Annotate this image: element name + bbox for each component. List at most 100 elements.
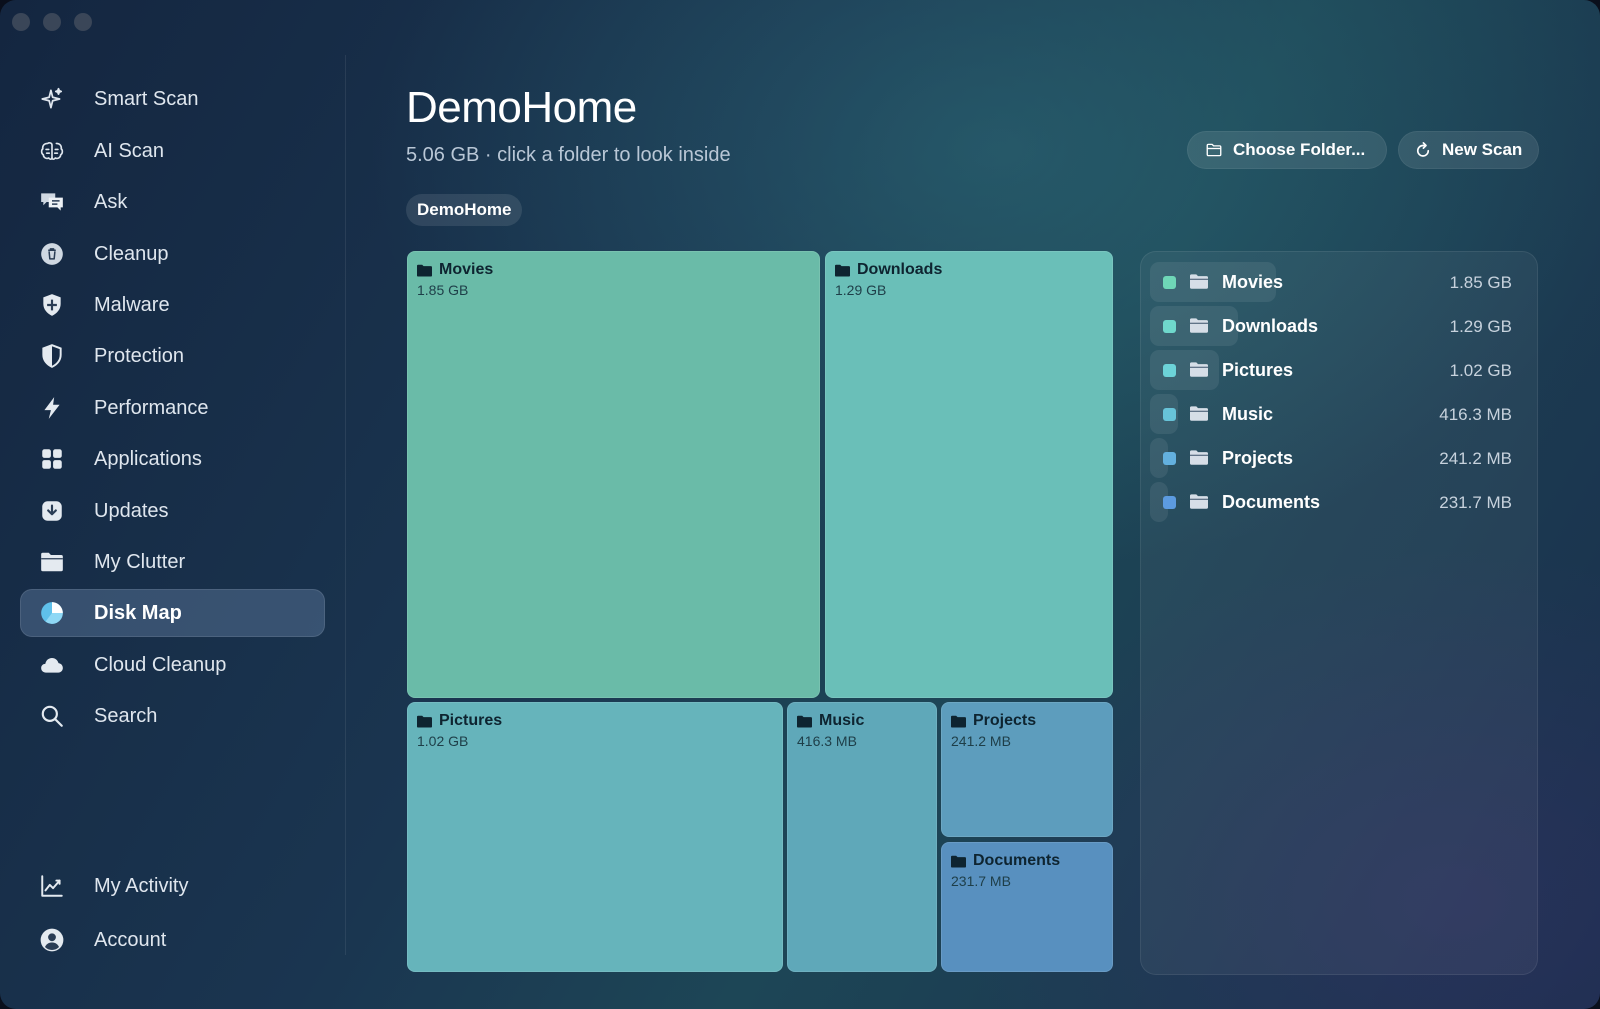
sidebar-item-ask[interactable]: Ask: [20, 178, 325, 226]
treemap-tile-pictures[interactable]: Pictures 1.02 GB: [407, 702, 783, 972]
tile-size: 416.3 MB: [797, 733, 857, 749]
color-swatch: [1163, 452, 1176, 465]
sidebar-item-search[interactable]: Search: [20, 692, 325, 740]
person-icon: [38, 926, 66, 954]
folder-name: Projects: [1222, 448, 1294, 468]
sidebar-item-my-clutter[interactable]: My Clutter: [20, 538, 325, 586]
color-swatch: [1163, 320, 1176, 333]
new-scan-label: New Scan: [1442, 140, 1523, 159]
tile-size: 1.85 GB: [417, 282, 469, 298]
color-swatch: [1163, 496, 1176, 509]
sidebar-item-cleanup[interactable]: Cleanup: [20, 230, 325, 278]
folder-row-pictures[interactable]: Pictures 1.02 GB: [1150, 350, 1526, 390]
sparkles-icon: [38, 85, 66, 113]
folder-row-downloads[interactable]: Downloads 1.29 GB: [1150, 306, 1526, 346]
sidebar-item-disk-map[interactable]: Disk Map: [20, 589, 325, 637]
color-swatch: [1163, 408, 1176, 421]
sidebar-item-cloud-cleanup[interactable]: Cloud Cleanup: [20, 641, 325, 689]
sidebar-item-label: AI Scan: [94, 140, 165, 162]
folder-icon: [1190, 450, 1208, 465]
treemap-tile-documents[interactable]: Documents 231.7 MB: [941, 842, 1113, 972]
folder-size: 1.02 GB: [1449, 361, 1512, 380]
tile-name: Pictures: [439, 712, 503, 729]
folder-name: Movies: [1222, 272, 1284, 292]
tile-name: Documents: [973, 852, 1061, 869]
sidebar-item-ai-scan[interactable]: AI Scan: [20, 127, 325, 175]
sidebar-item-label: My Activity: [94, 875, 189, 897]
sidebar-item-label: Updates: [94, 500, 169, 522]
sidebar-item-smart-scan[interactable]: Smart Scan: [20, 75, 325, 123]
sidebar-item-updates[interactable]: Updates: [20, 487, 325, 535]
folder-name: Music: [1222, 404, 1274, 424]
tile-title: Projects: [951, 712, 1036, 730]
line-chart-icon: [38, 872, 66, 900]
folder-icon: [38, 548, 66, 576]
folder-row-music[interactable]: Music 416.3 MB: [1150, 394, 1526, 434]
breadcrumb[interactable]: DemoHome: [406, 194, 523, 226]
sidebar-item-label: Applications: [94, 448, 202, 470]
download-icon: [38, 497, 66, 525]
page-subtitle: 5.06 GB · click a folder to look inside: [406, 144, 731, 166]
folder-row-projects[interactable]: Projects 241.2 MB: [1150, 438, 1526, 478]
folder-icon: [1190, 362, 1208, 377]
sidebar-item-label: Account: [94, 929, 167, 951]
sidebar-item-label: Protection: [94, 345, 185, 367]
sidebar-item-malware[interactable]: Malware: [20, 281, 325, 329]
app-window: Smart Scan AI Scan Ask Cleanup Malware P…: [0, 0, 1600, 1009]
bolt-icon: [38, 394, 66, 422]
folder-icon: [1190, 318, 1208, 333]
pie-chart-icon: [38, 599, 66, 627]
folder-icon: [1190, 494, 1208, 509]
folder-size: 1.29 GB: [1449, 317, 1512, 336]
sidebar-item-label: Search: [94, 705, 158, 727]
treemap-tile-movies[interactable]: Movies 1.85 GB: [407, 251, 820, 698]
tile-title: Movies: [417, 261, 493, 279]
treemap-tile-music[interactable]: Music 416.3 MB: [787, 702, 937, 972]
tile-size: 1.29 GB: [835, 282, 887, 298]
color-swatch: [1163, 364, 1176, 377]
sidebar-item-label: Disk Map: [94, 602, 182, 624]
folder-icon: [1190, 406, 1208, 421]
folder-list-panel: Movies 1.85 GB Downloads 1.29 GB Picture…: [1140, 251, 1538, 975]
tile-size: 241.2 MB: [951, 733, 1011, 749]
treemap-tile-downloads[interactable]: Downloads 1.29 GB: [825, 251, 1113, 698]
folder-size: 416.3 MB: [1439, 405, 1512, 424]
sidebar-item-account[interactable]: Account: [20, 916, 325, 964]
folder-size: 1.85 GB: [1449, 273, 1512, 292]
tile-title: Documents: [951, 852, 1060, 870]
shield-icon: [38, 291, 66, 319]
sidebar: Smart Scan AI Scan Ask Cleanup Malware P…: [0, 0, 346, 1009]
choose-folder-label: Choose Folder...: [1233, 140, 1366, 159]
folder-icon: [1190, 274, 1208, 289]
sidebar-item-label: Cloud Cleanup: [94, 654, 227, 676]
tile-title: Downloads: [835, 261, 942, 279]
tile-size: 1.02 GB: [417, 733, 469, 749]
sidebar-item-applications[interactable]: Applications: [20, 435, 325, 483]
sidebar-item-performance[interactable]: Performance: [20, 384, 325, 432]
magnifier-icon: [38, 702, 66, 730]
brain-icon: [38, 137, 66, 165]
tile-title: Pictures: [417, 712, 502, 730]
folder-outline-icon: [1206, 143, 1222, 157]
sidebar-item-label: Cleanup: [94, 243, 169, 265]
folder-icon: [835, 264, 850, 276]
refresh-icon: [1416, 142, 1430, 157]
folder-row-movies[interactable]: Movies 1.85 GB: [1150, 262, 1526, 302]
grid-icon: [38, 445, 66, 473]
cloud-icon: [38, 651, 66, 679]
folder-icon: [417, 264, 432, 276]
chat-bubbles-icon: [38, 188, 66, 216]
sidebar-item-protection[interactable]: Protection: [20, 332, 325, 380]
folder-row-documents[interactable]: Documents 231.7 MB: [1150, 482, 1526, 522]
new-scan-button[interactable]: New Scan: [1398, 131, 1539, 169]
choose-folder-button[interactable]: Choose Folder...: [1187, 131, 1387, 169]
color-swatch: [1163, 276, 1176, 289]
treemap-tile-projects[interactable]: Projects 241.2 MB: [941, 702, 1113, 837]
sidebar-item-my-activity[interactable]: My Activity: [20, 862, 325, 910]
tile-title: Music: [797, 712, 864, 730]
page-title: DemoHome: [406, 83, 637, 132]
half-shield-icon: [38, 342, 66, 370]
sidebar-divider: [345, 55, 346, 955]
folder-size: 241.2 MB: [1439, 449, 1512, 468]
trash-icon: [38, 240, 66, 268]
